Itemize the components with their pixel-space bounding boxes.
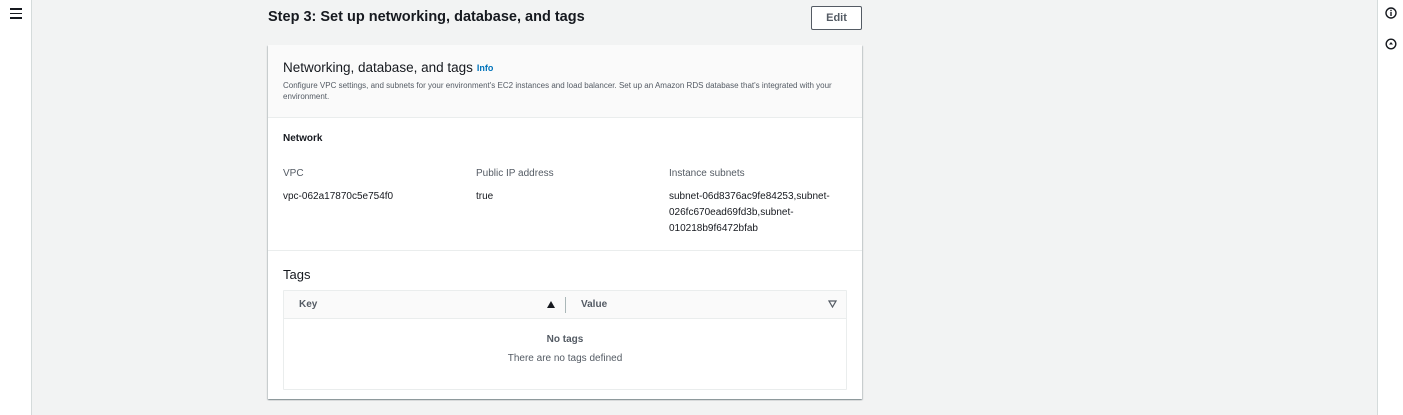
vpc-value: vpc-062a17870c5e754f0 <box>283 191 394 202</box>
column-separator[interactable] <box>565 297 566 313</box>
tags-table: Key Value No tags There are no tags defi… <box>283 290 847 390</box>
empty-state-description: There are no tags defined <box>507 353 623 364</box>
step-title: Step 3: Set up networking, database, and… <box>268 9 585 25</box>
instance-subnets-line: 010218b9f6472bfab <box>669 223 758 234</box>
card-title: Networking, database, and tags Info <box>283 60 493 75</box>
instance-subnets-line: subnet-06d8376ac9fe84253,subnet- <box>669 191 830 202</box>
networking-card: Networking, database, and tags Info Confi… <box>268 45 862 399</box>
navigation-rail <box>0 0 32 415</box>
instance-subnets-value: subnet-06d8376ac9fe84253,subnet- 026fc67… <box>669 189 854 237</box>
instance-subnets-line: 026fc670ead69fd3b,subnet- <box>669 207 794 218</box>
info-icon[interactable] <box>1385 7 1397 19</box>
edit-button[interactable]: Edit <box>811 6 862 30</box>
card-description: Configure VPC settings, and subnets for … <box>283 81 832 101</box>
step-header: Step 3: Set up networking, database, and… <box>268 6 862 30</box>
instance-subnets-label: Instance subnets <box>669 168 745 179</box>
vpc-label: VPC <box>283 168 304 179</box>
card-title-text: Networking, database, and tags <box>283 60 473 75</box>
public-ip-value: true <box>476 191 494 202</box>
column-header-value[interactable]: Value <box>581 299 607 310</box>
tools-rail <box>1377 0 1403 415</box>
tags-title: Tags <box>283 267 311 282</box>
public-ip-label: Public IP address <box>476 168 554 179</box>
info-link[interactable]: Info <box>477 63 494 73</box>
network-section-label: Network <box>283 133 323 144</box>
sort-ascending-icon[interactable] <box>546 300 556 309</box>
section-divider <box>268 250 862 251</box>
table-header: Key Value <box>284 291 846 319</box>
column-header-key[interactable]: Key <box>299 299 317 310</box>
notifications-icon[interactable] <box>1385 38 1397 50</box>
card-header: Networking, database, and tags Info Confi… <box>268 45 862 118</box>
hamburger-icon[interactable] <box>10 8 22 20</box>
sort-unsorted-icon[interactable] <box>828 300 837 308</box>
empty-state-title: No tags <box>546 334 584 345</box>
